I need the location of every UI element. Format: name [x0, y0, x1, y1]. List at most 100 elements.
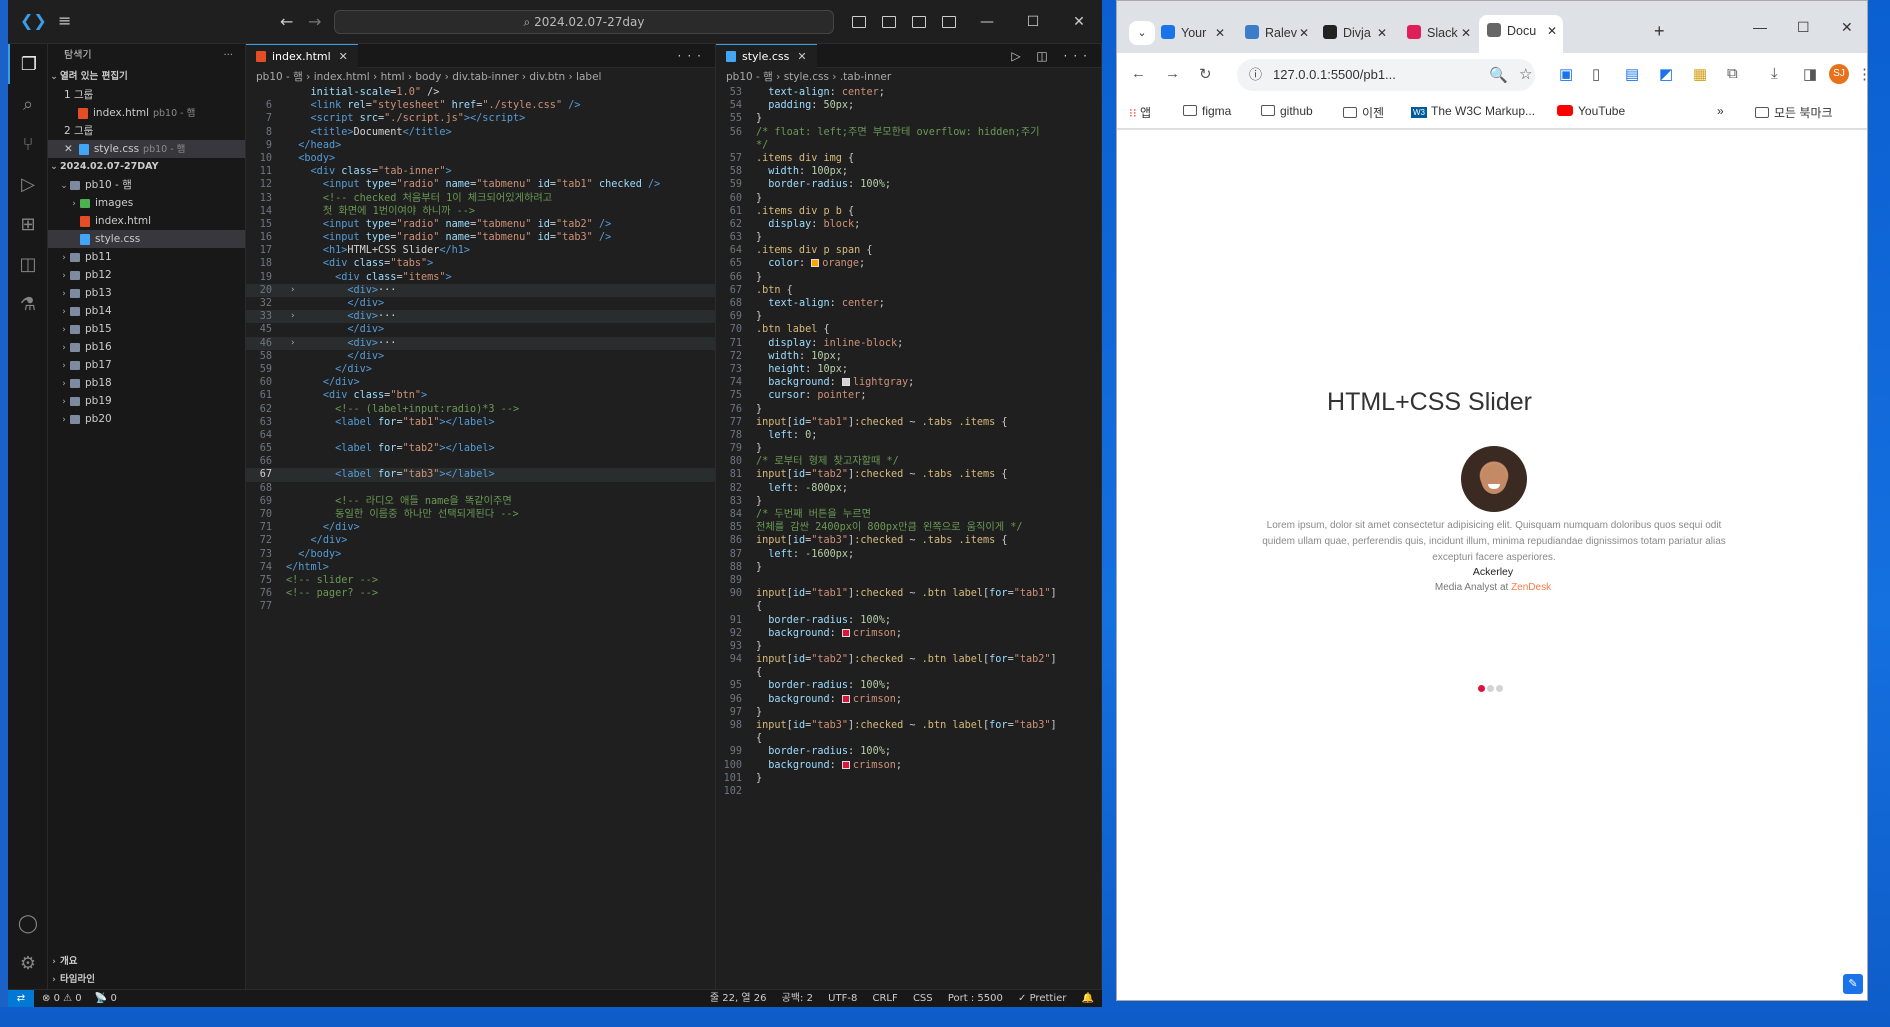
bookmark-w3c[interactable]: W3 The W3C Markup...	[1411, 104, 1535, 118]
pager-dot-1[interactable]	[1478, 685, 1485, 692]
folder-pb18[interactable]: › pb18	[48, 374, 245, 392]
code-line[interactable]: */	[716, 139, 1101, 152]
code-line[interactable]: 61 <div class="btn">	[246, 389, 715, 402]
minimize-button[interactable]: —	[964, 14, 1010, 30]
prettier-status[interactable]: ✓ Prettier	[1018, 993, 1066, 1004]
problems-icon[interactable]: ⊗	[42, 993, 54, 1004]
code-line[interactable]: 65 <label for="tab2"></label>	[246, 442, 715, 455]
code-line[interactable]: 69}	[716, 310, 1101, 323]
code-line[interactable]: 101}	[716, 772, 1101, 785]
file-index[interactable]: index.html	[48, 212, 245, 230]
bookmark-old[interactable]: 이젠	[1343, 104, 1384, 121]
folder-images[interactable]: › images	[48, 194, 245, 212]
code-line[interactable]: 88}	[716, 561, 1101, 574]
pager-dot-3[interactable]	[1496, 685, 1503, 692]
code-line[interactable]: 86 input[id="tab3"]:checked ~ .tabs .item…	[716, 534, 1101, 547]
back-arrow-icon[interactable]: ←	[1131, 65, 1146, 82]
language-mode[interactable]: CSS	[913, 993, 933, 1004]
code-line[interactable]: 55}	[716, 112, 1101, 125]
breadcrumb-item[interactable]: pb10 - 햄	[256, 71, 303, 83]
extension-icon[interactable]: ▯	[1592, 65, 1600, 83]
remote-explorer-icon[interactable]: ◫	[8, 244, 48, 284]
more-actions-icon[interactable]: ···	[678, 44, 707, 68]
code-line[interactable]: 81 input[id="tab2"]:checked ~ .tabs .item…	[716, 468, 1101, 481]
code-line[interactable]: 11 <div class="tab-inner">	[246, 165, 715, 178]
browser-tab[interactable]: Your ✕	[1153, 17, 1231, 49]
menu-icon[interactable]: ⋮	[1857, 65, 1867, 83]
fold-chevron-icon[interactable]: ›	[290, 337, 295, 350]
fold-chevron-icon[interactable]: ›	[290, 284, 295, 297]
timeline-section[interactable]: › 타임라인	[48, 971, 246, 989]
customize-layout-icon[interactable]	[942, 16, 956, 28]
code-line[interactable]: 17 <h1>HTML+CSS Slider</h1>	[246, 244, 715, 257]
code-line[interactable]: 58 width: 100px;	[716, 165, 1101, 178]
code-line[interactable]: 59 </div>	[246, 363, 715, 376]
code-line[interactable]: 73 </body>	[246, 548, 715, 561]
problems-count[interactable]: 0 ⚠ 0	[54, 993, 82, 1004]
code-line[interactable]: 32 </div>	[246, 297, 715, 310]
code-line[interactable]: 58 </div>	[246, 350, 715, 363]
browser-tab[interactable]: Ralev ✕	[1237, 17, 1315, 49]
more-actions-icon[interactable]: ···	[223, 44, 233, 68]
code-line[interactable]: 67 <label for="tab3"></label>	[246, 468, 715, 482]
close-icon[interactable]: ✕	[1299, 17, 1309, 49]
close-icon[interactable]: ✕	[64, 143, 73, 155]
code-line[interactable]: 71 </div>	[246, 521, 715, 534]
code-line[interactable]: 87 left: -1600px;	[716, 548, 1101, 561]
extensions-icon[interactable]: ⊞	[8, 204, 48, 244]
new-tab-button[interactable]: +	[1654, 21, 1665, 42]
side-panel-icon[interactable]: ◨	[1803, 65, 1817, 83]
download-icon[interactable]: ⤓	[1771, 65, 1778, 82]
code-line[interactable]: 76 <!-- pager? -->	[246, 587, 715, 600]
remote-indicator-icon[interactable]: ⇄	[8, 990, 34, 1007]
code-line[interactable]: 80 /* 로부터 형제 찾고자할때 */	[716, 455, 1101, 468]
cursor-position[interactable]: 줄 22, 열 26	[710, 993, 767, 1004]
code-line[interactable]: 72 </div>	[246, 534, 715, 547]
code-line[interactable]: 66}	[716, 271, 1101, 284]
code-line[interactable]: 56 /* float: left;주면 부모한테 overflow: hidde…	[716, 126, 1101, 139]
code-line[interactable]: 94 input[id="tab2"]:checked ~ .btn label[…	[716, 653, 1101, 666]
command-center-search[interactable]: ⌕ 2024.02.07-27day	[334, 10, 834, 34]
code-line[interactable]: 97}	[716, 706, 1101, 719]
source-control-icon[interactable]: ⑂	[8, 124, 48, 164]
folder-pb11[interactable]: › pb11	[48, 248, 245, 266]
toggle-panel-icon[interactable]	[882, 16, 896, 28]
code-line[interactable]: 64 .items div p span {	[716, 244, 1101, 257]
extension-icon[interactable]: ▣	[1559, 65, 1573, 83]
outline-section[interactable]: › 개요	[48, 953, 246, 971]
code-line[interactable]: 71 display: inline-block;	[716, 337, 1101, 350]
editor-actions[interactable]: ▷ ◫ ···	[1011, 44, 1093, 68]
workspace-section[interactable]: ⌄ 2024.02.07-27DAY	[48, 158, 245, 176]
code-line[interactable]: 10 <body>	[246, 152, 715, 165]
code-line[interactable]: 13 <!-- checked 처음부터 1이 체크되어있게하려고	[246, 192, 715, 205]
close-icon[interactable]: ✕	[1215, 17, 1225, 49]
code-line[interactable]: 99 border-radius: 100%;	[716, 745, 1101, 758]
bookmark-star-icon[interactable]: ☆	[1519, 65, 1532, 83]
code-line[interactable]: 16 <input type="radio" name="tabmenu" id…	[246, 231, 715, 244]
close-icon[interactable]: ✕	[1547, 15, 1557, 47]
ports-count[interactable]: 0	[110, 993, 116, 1004]
open-editor-style[interactable]: ✕ style.css pb10 - 햄	[48, 140, 245, 158]
menu-icon[interactable]: ≡	[58, 12, 78, 30]
breadcrumb-item[interactable]: label	[576, 71, 601, 83]
code-line[interactable]: {	[716, 732, 1101, 745]
code-line[interactable]: 84 /* 두번째 버튼을 누르면	[716, 508, 1101, 521]
code-line[interactable]: 83}	[716, 495, 1101, 508]
code-line[interactable]: 14 첫 화면에 1번이여야 하니까 -->	[246, 205, 715, 218]
maximize-button[interactable]: ☐	[1797, 19, 1810, 36]
code-line[interactable]: 70 .btn label {	[716, 323, 1101, 336]
tab-style-css[interactable]: style.css ✕	[716, 44, 817, 68]
code-line[interactable]: 6 <link rel="stylesheet" href="./style.c…	[246, 99, 715, 112]
close-icon[interactable]: ✕	[339, 45, 348, 69]
ports-icon[interactable]: 📡	[95, 993, 111, 1004]
tab-search-button[interactable]: ⌄	[1129, 21, 1155, 45]
file-style[interactable]: style.css	[48, 230, 245, 248]
code-line[interactable]: 45 </div>	[246, 323, 715, 336]
breadcrumb-item[interactable]: div.btn	[529, 71, 565, 83]
code-line[interactable]: 91 border-radius: 100%;	[716, 614, 1101, 627]
code-line[interactable]: 96 background: crimson;	[716, 693, 1101, 706]
css-code-editor[interactable]: 53 text-align: center; 54 padding: 50px; 5…	[716, 86, 1101, 798]
folder-pb15[interactable]: › pb15	[48, 320, 245, 338]
folder-pb17[interactable]: › pb17	[48, 356, 245, 374]
bookmark-all[interactable]: 모든 북마크	[1755, 104, 1833, 121]
